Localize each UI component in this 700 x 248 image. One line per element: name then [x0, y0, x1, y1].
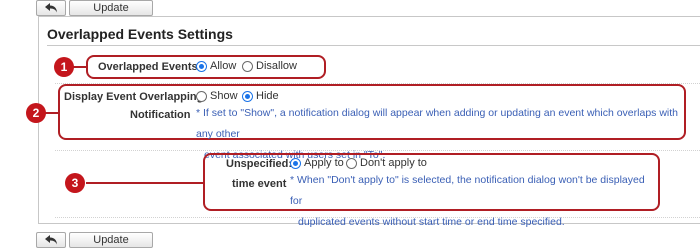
apply-to-label: Apply to: [304, 157, 344, 169]
callout-badge-1: 1: [54, 57, 74, 77]
disallow-radio-option[interactable]: Disallow: [242, 60, 297, 72]
allow-radio-option[interactable]: Allow: [196, 60, 236, 72]
notification-help-line-1: * If set to "Show", a notification dialo…: [196, 107, 678, 140]
allow-label: Allow: [210, 60, 237, 72]
unspecified-label: Unspecified:: [226, 158, 293, 170]
unspecified-help-line-2: duplicated events without start time or …: [298, 216, 565, 228]
allow-radio[interactable]: [196, 60, 207, 72]
back-arrow-icon: [44, 3, 57, 13]
callout-badge-3: 3: [65, 173, 85, 193]
callout-badge-2: 2: [26, 103, 46, 123]
back-button[interactable]: [36, 0, 66, 16]
show-radio[interactable]: [196, 90, 207, 102]
callout-leader-2: [44, 112, 59, 114]
bottom-toolbar: Update: [36, 232, 153, 248]
unspecified-help-text: * When "Don't apply to" is selected, the…: [290, 170, 658, 233]
page-title: Overlapped Events Settings: [47, 26, 233, 42]
display-event-overlapping-label: Display Event Overlapping:: [64, 91, 208, 103]
apply-to-radio-option[interactable]: Apply to: [290, 157, 344, 169]
update-button[interactable]: Update: [69, 0, 153, 16]
notification-label: Notification: [130, 109, 191, 121]
disallow-label: Disallow: [256, 60, 297, 72]
show-label: Show: [210, 90, 238, 102]
dont-apply-to-radio[interactable]: [346, 157, 357, 169]
update-button[interactable]: Update: [69, 232, 153, 248]
title-divider: [47, 45, 700, 46]
disallow-radio[interactable]: [242, 60, 253, 72]
back-button[interactable]: [36, 232, 66, 248]
overlapped-events-label: Overlapped Events:: [98, 61, 202, 73]
callout-leader-1: [72, 66, 87, 68]
time-event-label: time event: [232, 178, 287, 190]
callout-leader-3: [86, 182, 204, 184]
hide-radio-option[interactable]: Hide: [242, 90, 279, 102]
top-toolbar: Update: [36, 0, 153, 16]
hide-label: Hide: [256, 90, 279, 102]
dont-apply-to-label: Don't apply to: [360, 157, 427, 169]
hide-radio[interactable]: [242, 90, 253, 102]
unspecified-help-line-1: * When "Don't apply to" is selected, the…: [290, 174, 645, 207]
back-arrow-icon: [44, 235, 57, 245]
dont-apply-to-radio-option[interactable]: Don't apply to: [346, 157, 427, 169]
apply-to-radio[interactable]: [290, 157, 301, 169]
show-radio-option[interactable]: Show: [196, 90, 238, 102]
